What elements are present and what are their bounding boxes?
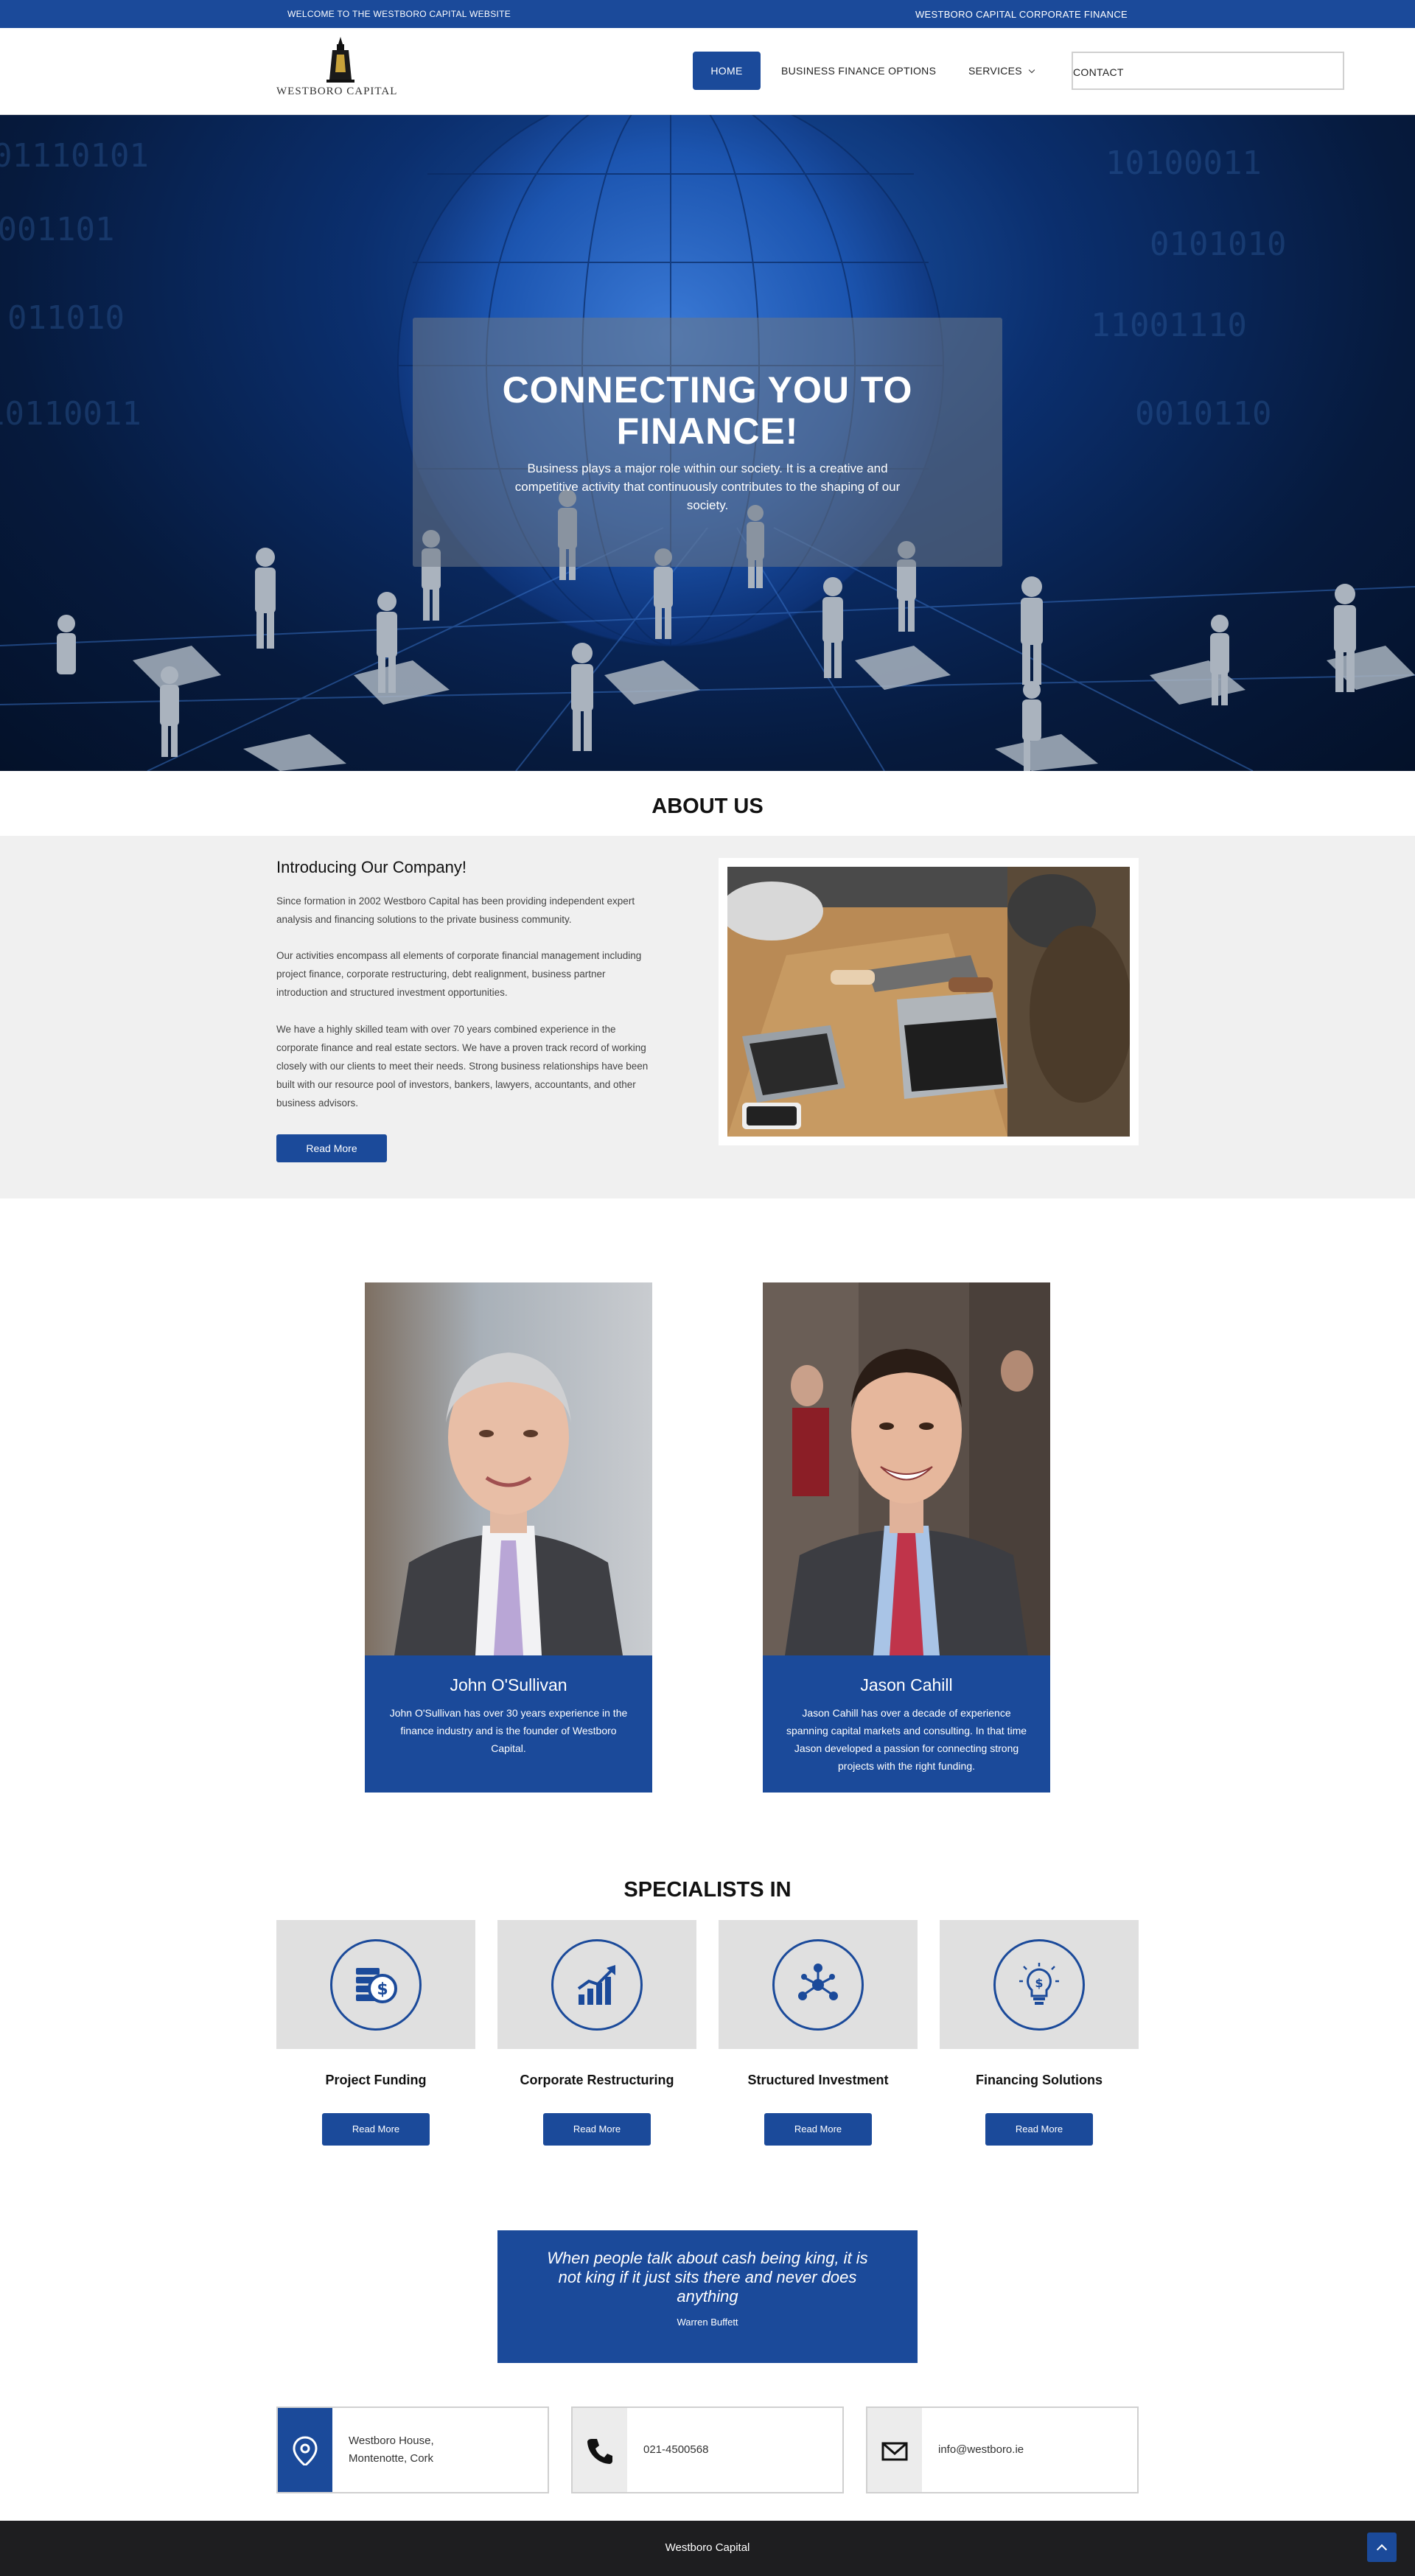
svg-text:$: $ (1035, 1976, 1043, 1990)
hero-banner: 01110101 1001101 011010 10110011 1010001… (0, 115, 1415, 771)
portrait-image (365, 1282, 652, 1655)
specialist-read-more-button[interactable]: Read More (322, 2113, 430, 2146)
specialist-icon-box: $ (276, 1920, 475, 2049)
money-dollar-icon: $ (356, 1968, 397, 2003)
specialist-icon-box (719, 1920, 918, 2049)
specialist-icon-circle (551, 1939, 643, 2031)
specialist-read-more-button[interactable]: Read More (985, 2113, 1093, 2146)
nav-services[interactable]: SERVICES (968, 52, 1035, 90)
phone-icon (587, 2439, 612, 2464)
specialist-label: Financing Solutions (976, 2073, 1103, 2087)
contact-phone: 021-4500568 (571, 2406, 844, 2493)
about-paragraph: Our activities encompass all elements of… (276, 950, 642, 998)
specialist-read-more-button[interactable]: Read More (764, 2113, 872, 2146)
contact-icon-box (278, 2408, 332, 2492)
team-card: Jason Cahill Jason Cahill has over a dec… (763, 1282, 1050, 1793)
svg-text:1001101: 1001101 (0, 211, 114, 248)
hero-caption-box: CONNECTING YOU TO FINANCE! Business play… (413, 318, 1002, 567)
svg-text:11001110: 11001110 (1091, 307, 1247, 344)
about-photo (719, 858, 1139, 1145)
contact-email: info@westboro.ie (866, 2406, 1139, 2493)
site-header: WESTBORO CAPITAL HOME BUSINESS FINANCE O… (0, 28, 1415, 115)
about-section: Introducing Our Company! Since formation… (0, 836, 1415, 1198)
quote-author: Warren Buffett (677, 2317, 738, 2328)
quote-text: When people talk about cash being king, … (547, 2249, 868, 2306)
specialists-heading: SPECIALISTS IN (623, 1878, 792, 1902)
specialist-label: Corporate Restructuring (520, 2073, 674, 2087)
specialist-icon-box (497, 1920, 696, 2049)
contact-address: Westboro House, Montenotte, Cork (276, 2406, 549, 2493)
team-member-name: John O'Sullivan (450, 1675, 567, 1694)
scroll-to-top-button[interactable] (1367, 2533, 1397, 2562)
contact-icon-box (867, 2408, 922, 2492)
site-footer: Westboro Capital (0, 2521, 1415, 2576)
location-pin-icon (293, 2436, 318, 2465)
meeting-laptops-image (727, 867, 1130, 1137)
svg-text:0010110: 0010110 (1135, 395, 1271, 433)
specialist-icon-circle (772, 1939, 864, 2031)
network-nodes-icon (798, 1964, 838, 2000)
welcome-text: WELCOME TO THE WESTBORO CAPITAL WEBSITE (287, 9, 511, 19)
team-member-bio: John O'Sullivan has over 30 years experi… (389, 1707, 628, 1754)
top-bar: WELCOME TO THE WESTBORO CAPITAL WEBSITE … (0, 0, 1415, 28)
quote-box: When people talk about cash being king, … (497, 2230, 918, 2363)
contact-address-text: Westboro House, Montenotte, Cork (349, 2408, 540, 2492)
portrait-image (763, 1282, 1050, 1655)
specialist-icon-box: $ (940, 1920, 1139, 2049)
envelope-icon (881, 2442, 908, 2461)
nav-services-label: SERVICES (968, 65, 1022, 77)
team-member-bio: Jason Cahill has over a decade of experi… (786, 1707, 1027, 1772)
svg-text:$: $ (377, 1980, 388, 1999)
chevron-up-icon (1376, 2544, 1388, 2555)
nav-contact[interactable]: CONTACT (1072, 52, 1344, 90)
about-heading: ABOUT US (651, 795, 764, 818)
nav-home[interactable]: HOME (693, 52, 761, 90)
svg-text:0101010: 0101010 (1150, 226, 1286, 263)
corporate-finance-link[interactable]: WESTBORO CAPITAL CORPORATE FINANCE (915, 9, 1128, 20)
about-paragraph: We have a highly skilled team with over … (276, 1024, 649, 1109)
svg-text:011010: 011010 (7, 299, 125, 337)
specialist-label: Project Funding (325, 2073, 427, 2087)
lightbulb-dollar-icon: $ (1019, 1963, 1059, 2005)
about-intro-title: Introducing Our Company! (276, 858, 467, 876)
contact-phone-text[interactable]: 021-4500568 (643, 2408, 835, 2492)
about-read-more-button[interactable]: Read More (276, 1134, 387, 1162)
chevron-down-icon (1028, 66, 1035, 74)
about-paragraph: Since formation in 2002 Westboro Capital… (276, 896, 635, 925)
hero-title: CONNECTING YOU TO FINANCE! (502, 369, 913, 452)
footer-text: Westboro Capital (665, 2541, 750, 2554)
site-logo[interactable]: WESTBORO CAPITAL (276, 37, 409, 107)
contact-icon-box (573, 2408, 627, 2492)
specialist-label: Structured Investment (747, 2073, 889, 2087)
svg-text:01110101: 01110101 (0, 137, 149, 175)
nav-business-finance-options[interactable]: BUSINESS FINANCE OPTIONS (781, 52, 936, 90)
address-line-1: Westboro House, (349, 2434, 434, 2447)
contact-email-text[interactable]: info@westboro.ie (938, 2408, 1130, 2492)
specialist-read-more-button[interactable]: Read More (543, 2113, 651, 2146)
team-card: John O'Sullivan John O'Sullivan has over… (365, 1282, 652, 1793)
growth-chart-icon (577, 1965, 615, 2005)
logo-text: WESTBORO CAPITAL (276, 85, 398, 97)
svg-text:10110011: 10110011 (0, 395, 142, 433)
hero-subtitle: Business plays a major role within our s… (514, 461, 901, 512)
address-line-2: Montenotte, Cork (349, 2452, 434, 2465)
specialist-icon-circle: $ (330, 1939, 422, 2031)
specialist-icon-circle: $ (993, 1939, 1085, 2031)
logo-tower-icon (326, 37, 354, 83)
team-member-name: Jason Cahill (860, 1675, 953, 1694)
svg-text:10100011: 10100011 (1105, 144, 1262, 182)
